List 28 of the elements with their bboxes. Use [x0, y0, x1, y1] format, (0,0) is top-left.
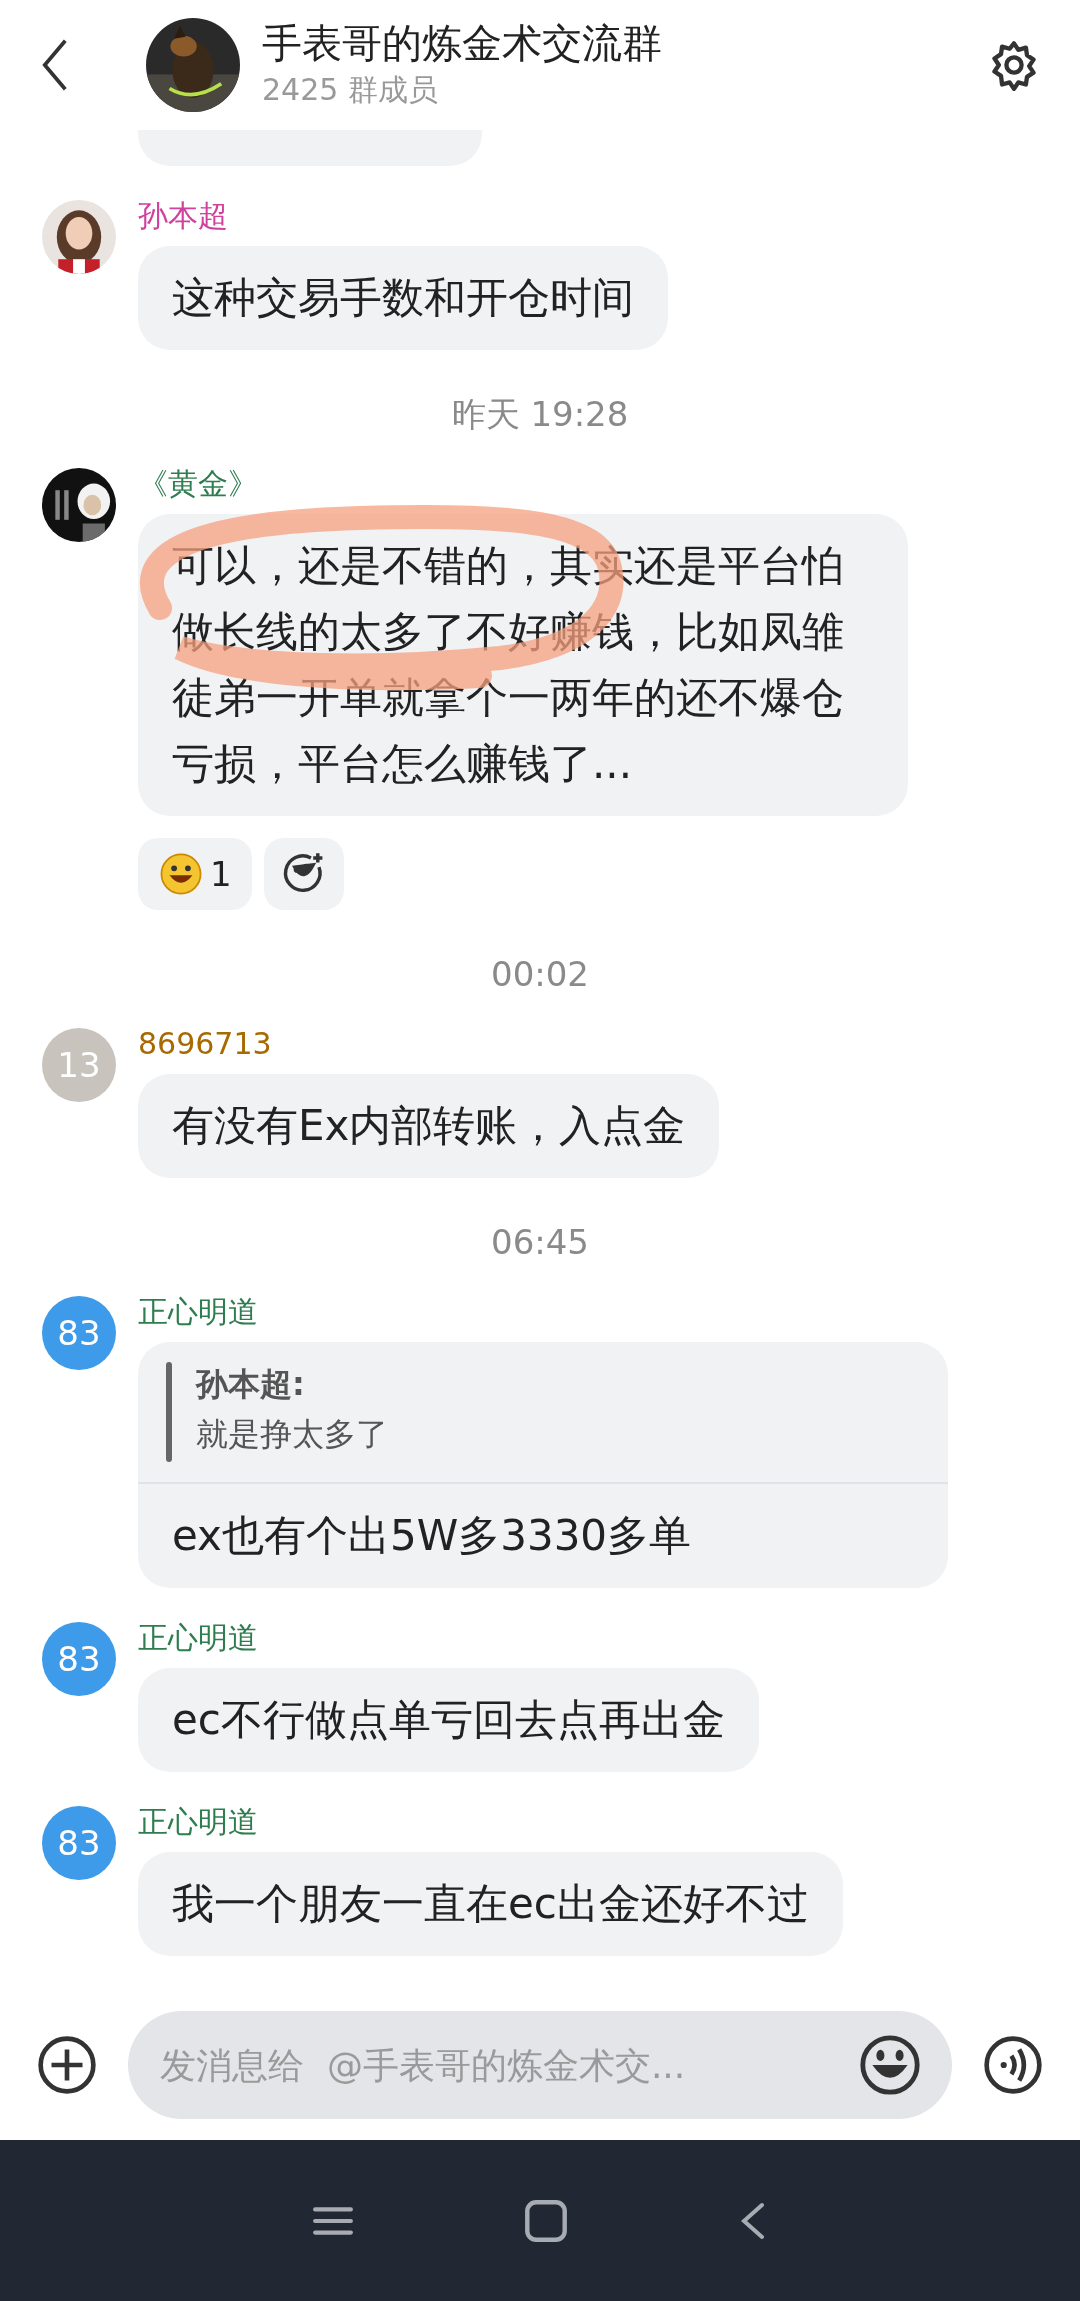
quote-sender: 孙本超: — [196, 1364, 306, 1405]
sender-name: 孙本超 — [138, 198, 228, 234]
message-bubble[interactable]: 我一个朋友一直在ec出金还好不过 — [138, 1852, 843, 1956]
voice-icon[interactable] — [982, 2034, 1044, 2096]
menu-icon[interactable] — [312, 2204, 354, 2237]
group-title: 手表哥的炼金术交流群 — [262, 19, 662, 68]
emoji-icon[interactable] — [858, 2033, 922, 2097]
message-bubble[interactable]: 这种交易手数和开仓时间 — [138, 246, 668, 350]
message-bubble[interactable]: 有没有Ex内部转账，入点金 — [138, 1074, 720, 1178]
add-icon[interactable] — [36, 2034, 98, 2096]
reaction-chip[interactable]: 1 — [138, 838, 252, 910]
message-text: ex也有个出5W多3330多单 — [171, 1510, 693, 1562]
message-input[interactable]: 发消息给 @手表哥的炼金术交... — [128, 2011, 952, 2119]
add-reaction-button[interactable] — [263, 838, 344, 910]
sender-name: 正心明道 — [138, 1620, 258, 1656]
sender-name: 正心明道 — [138, 1294, 258, 1330]
quote-text: 就是挣太多了 — [196, 1414, 388, 1455]
message-bubble[interactable]: ec不行做点单亏回去点再出金 — [138, 1668, 759, 1772]
member-count: 2425 群成员 — [262, 71, 439, 109]
sender-name: 《黄金》 — [138, 466, 258, 502]
sender-name: 8696713 — [138, 1026, 272, 1062]
timestamp: 00:02 — [491, 954, 589, 994]
sender-name: 正心明道 — [138, 1804, 258, 1840]
message-bubble[interactable]: 孙本超: 就是挣太多了 ex也有个出5W多3330多单 — [138, 1342, 948, 1588]
smiley-icon — [158, 851, 204, 897]
timestamp: 昨天 19:28 — [451, 394, 629, 434]
timestamp: 06:45 — [491, 1222, 589, 1262]
home-icon[interactable] — [524, 2198, 568, 2243]
